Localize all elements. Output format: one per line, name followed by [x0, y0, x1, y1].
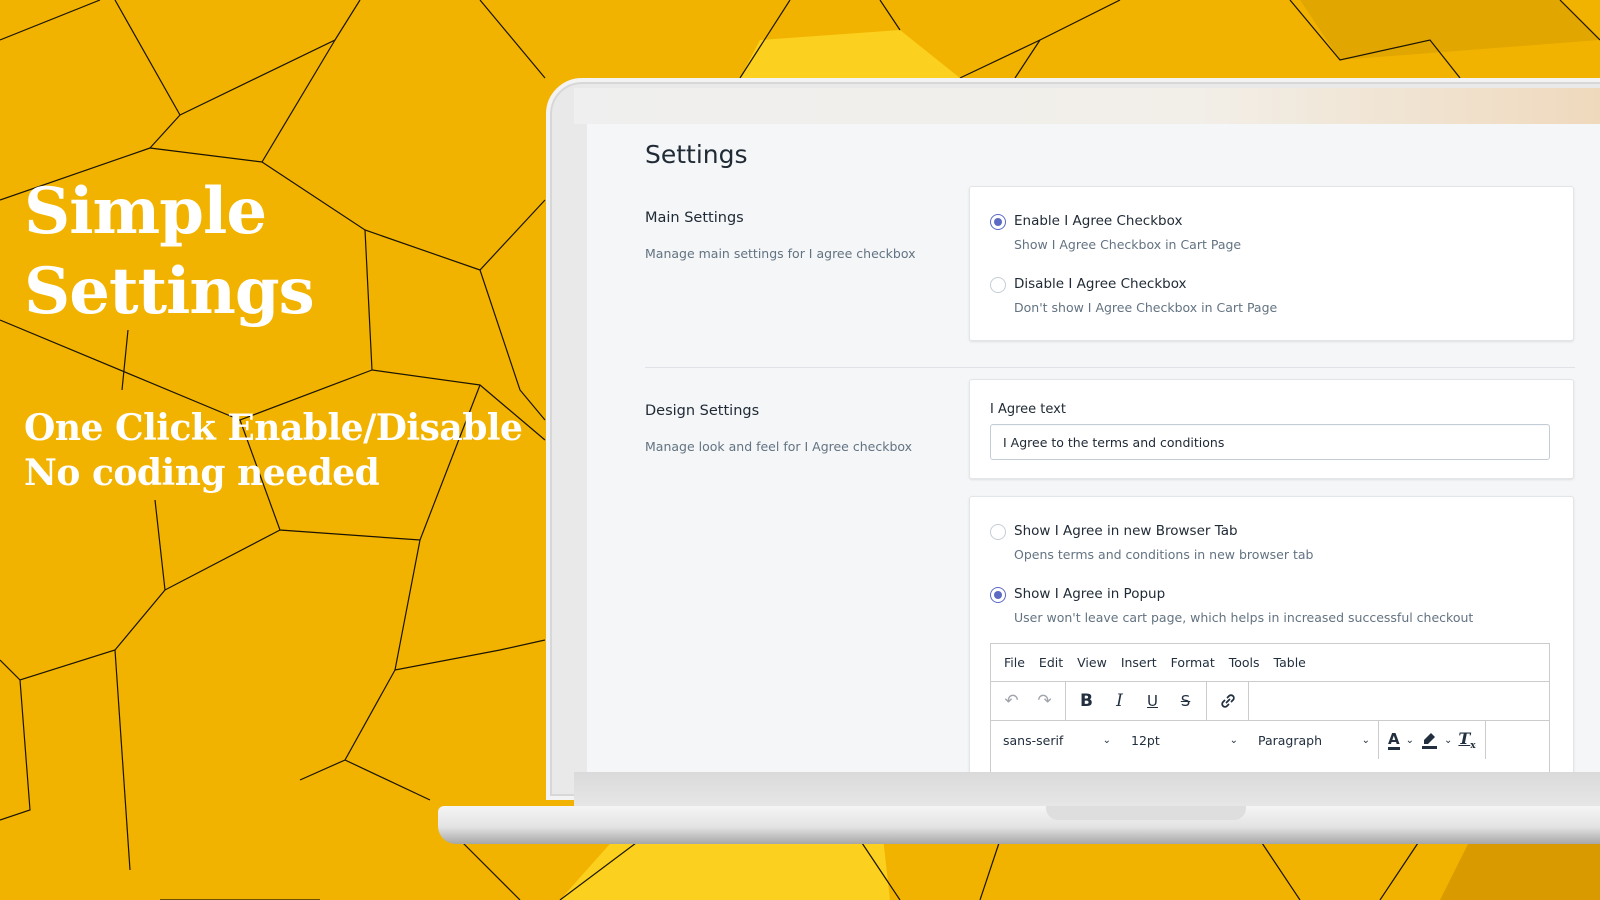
laptop-bezel-top — [574, 88, 1600, 124]
design-settings-label: Design Settings Manage look and feel for… — [645, 403, 912, 454]
agree-text-label: I Agree text — [990, 402, 1066, 417]
editor-toolbar-secondary: sans-serif ⌄ 12pt ⌄ Paragraph ⌄ A ⌄ ⌄ Tx — [991, 721, 1549, 759]
text-color-icon: A — [1388, 729, 1400, 750]
font-size-select[interactable]: 12pt ⌄ — [1119, 721, 1246, 759]
italic-icon[interactable]: I — [1103, 685, 1136, 717]
highlight-color-button[interactable] — [1417, 724, 1441, 756]
radio-help-text: Opens terms and conditions in new browse… — [1014, 547, 1314, 562]
radio-button[interactable] — [990, 524, 1006, 540]
promo-subtitle-line1: One Click Enable/Disable — [24, 407, 523, 449]
link-icon[interactable] — [1211, 685, 1244, 717]
main-settings-label: Main Settings Manage main settings for I… — [645, 210, 915, 261]
editor-toolbar-primary: ↶ ↷ B I U S — [991, 682, 1549, 721]
main-settings-card: Enable I Agree Checkbox Show I Agree Che… — [969, 186, 1574, 341]
promo-subtitle-line2: No coding needed — [24, 452, 380, 494]
radio-label[interactable]: Enable I Agree Checkbox — [1014, 213, 1182, 229]
menu-edit[interactable]: Edit — [1032, 655, 1070, 670]
chevron-down-icon: ⌄ — [1361, 734, 1370, 746]
text-color-button[interactable]: A — [1385, 724, 1403, 756]
menu-format[interactable]: Format — [1164, 655, 1222, 670]
undo-icon[interactable]: ↶ — [995, 685, 1028, 717]
redo-icon[interactable]: ↷ — [1028, 685, 1061, 717]
chevron-down-icon: ⌄ — [1102, 734, 1111, 746]
formatting-group: B I U S — [1066, 682, 1207, 720]
settings-screen: Settings Main Settings Manage main setti… — [587, 124, 1600, 772]
underline-icon[interactable]: U — [1136, 685, 1169, 717]
menu-table[interactable]: Table — [1267, 655, 1313, 670]
block-format-value: Paragraph — [1258, 732, 1323, 748]
text-color-chevron-icon[interactable]: ⌄ — [1403, 724, 1417, 756]
section-divider — [645, 367, 1575, 368]
promo-title-line2: Settings — [24, 254, 315, 329]
menu-tools[interactable]: Tools — [1222, 655, 1267, 670]
page-title: Settings — [645, 140, 748, 169]
laptop-base — [438, 806, 1600, 844]
design-settings-heading: Design Settings — [645, 403, 760, 419]
font-family-select[interactable]: sans-serif ⌄ — [991, 721, 1119, 759]
design-settings-description: Manage look and feel for I Agree checkbo… — [645, 439, 913, 454]
menu-view[interactable]: View — [1070, 655, 1114, 670]
radio-help-text: User won't leave cart page, which helps … — [1014, 610, 1474, 625]
radio-button-checked[interactable] — [990, 214, 1006, 230]
radio-help-text: Don't show I Agree Checkbox in Cart Page — [1014, 300, 1278, 315]
promo-text: Simple Settings One Click Enable/Disable… — [24, 172, 523, 496]
radio-label[interactable]: Show I Agree in Popup — [1014, 586, 1165, 602]
agree-text-input[interactable] — [990, 424, 1550, 460]
font-family-value: sans-serif — [1003, 732, 1064, 748]
display-options-card: Show I Agree in new Browser Tab Opens te… — [969, 496, 1574, 772]
chevron-down-icon: ⌄ — [1229, 734, 1238, 746]
radio-label[interactable]: Disable I Agree Checkbox — [1014, 276, 1187, 292]
menu-file[interactable]: File — [997, 655, 1032, 670]
editor-menubar: File Edit View Insert Format Tools Table — [991, 644, 1549, 682]
clear-formatting-button[interactable]: Tx — [1455, 724, 1478, 756]
rich-text-editor: File Edit View Insert Format Tools Table… — [990, 643, 1550, 772]
clear-formatting-icon: Tx — [1458, 728, 1476, 752]
font-size-value: 12pt — [1131, 732, 1160, 748]
radio-help-text: Show I Agree Checkbox in Cart Page — [1014, 237, 1242, 252]
strikethrough-icon[interactable]: S — [1169, 685, 1202, 717]
main-settings-heading: Main Settings — [645, 210, 744, 226]
block-format-select[interactable]: Paragraph ⌄ — [1246, 721, 1378, 759]
color-group: A ⌄ ⌄ Tx — [1378, 721, 1486, 759]
menu-insert[interactable]: Insert — [1114, 655, 1164, 670]
radio-button-checked[interactable] — [990, 587, 1006, 603]
agree-text-card: I Agree text — [969, 379, 1574, 479]
bold-icon[interactable]: B — [1070, 685, 1103, 717]
highlight-color-chevron-icon[interactable]: ⌄ — [1441, 724, 1455, 756]
laptop-notch — [1046, 806, 1246, 820]
link-group — [1207, 682, 1249, 720]
history-group: ↶ ↷ — [991, 682, 1066, 720]
highlighter-icon — [1422, 733, 1437, 749]
promo-title-line1: Simple — [24, 174, 267, 249]
main-settings-description: Manage main settings for I agree checkbo… — [645, 246, 916, 261]
laptop-bezel-bottom — [574, 772, 1600, 806]
radio-label[interactable]: Show I Agree in new Browser Tab — [1014, 523, 1238, 539]
clear-formatting-glyph: T — [1458, 728, 1471, 748]
radio-button[interactable] — [990, 277, 1006, 293]
